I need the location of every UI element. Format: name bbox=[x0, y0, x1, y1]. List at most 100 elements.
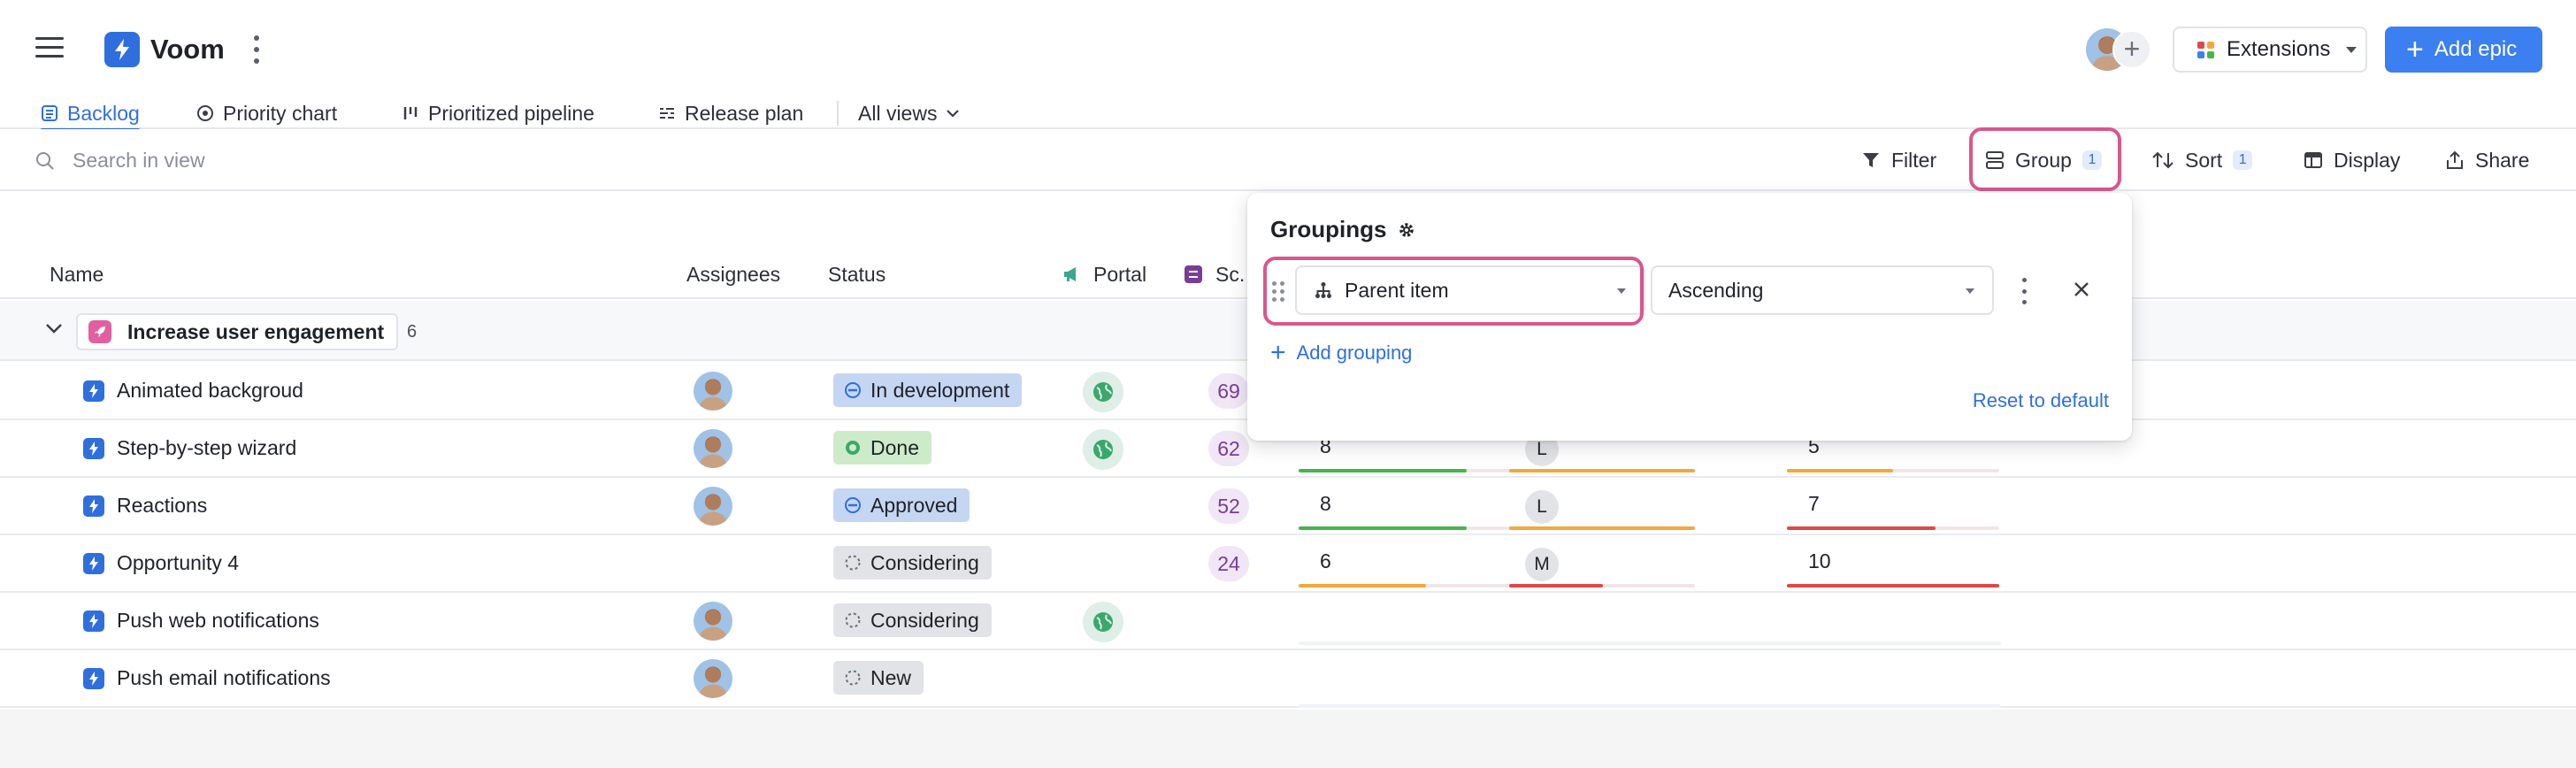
column-header-assignees[interactable]: Assignees bbox=[686, 250, 780, 299]
size-chip: L bbox=[1525, 490, 1559, 524]
search-input[interactable]: Search in view bbox=[35, 149, 205, 173]
column-header-status[interactable]: Status bbox=[828, 250, 886, 299]
table-row[interactable]: Push email notifications New bbox=[0, 650, 2576, 708]
column-header-score[interactable]: Sc. bbox=[1184, 250, 1245, 299]
score-icon bbox=[1184, 265, 1203, 284]
add-grouping-button[interactable]: + Add grouping bbox=[1270, 340, 1412, 366]
group-item-count: 6 bbox=[407, 322, 418, 342]
search-icon bbox=[36, 151, 54, 170]
popover-title-text: Groupings bbox=[1270, 216, 1387, 242]
filter-icon bbox=[1863, 153, 1879, 167]
item-name[interactable]: Push email notifications bbox=[117, 650, 331, 706]
display-button[interactable]: Display bbox=[2304, 145, 2400, 175]
assignee-avatar[interactable] bbox=[694, 602, 732, 641]
tab-label: Prioritized pipeline bbox=[428, 101, 594, 125]
item-name[interactable]: Opportunity 4 bbox=[117, 535, 239, 591]
feature-icon bbox=[83, 668, 104, 689]
status-label: Done bbox=[870, 435, 919, 459]
menu-icon[interactable] bbox=[35, 37, 64, 62]
globe-icon[interactable] bbox=[1083, 372, 1123, 412]
metric-bar bbox=[1787, 469, 1999, 472]
column-header-name[interactable]: Name bbox=[50, 250, 104, 299]
item-name[interactable]: Push web notifications bbox=[117, 593, 319, 649]
table-row[interactable]: Opportunity 4 Considering 24 6 M 10 bbox=[0, 535, 2576, 593]
roadmap-icon bbox=[658, 104, 676, 122]
table-row[interactable]: Reactions Approved 52 8 L 7 bbox=[0, 478, 2576, 535]
status-label: Considering bbox=[870, 608, 979, 632]
share-button[interactable]: Share bbox=[2445, 145, 2529, 175]
status-badge[interactable]: In development bbox=[833, 373, 1023, 407]
status-badge[interactable]: Done bbox=[833, 431, 932, 465]
feature-icon bbox=[83, 438, 104, 459]
metric-bar bbox=[1787, 584, 1999, 588]
status-label: In development bbox=[870, 378, 1010, 402]
close-icon[interactable] bbox=[2072, 280, 2091, 303]
item-name[interactable]: Step-by-step wizard bbox=[117, 420, 296, 476]
grouping-options-icon[interactable] bbox=[2022, 278, 2028, 304]
epic-name: Increase user engagement bbox=[127, 319, 385, 343]
app-logo-icon[interactable] bbox=[104, 32, 140, 67]
gear-icon[interactable] bbox=[1397, 220, 1416, 240]
chevron-down-icon[interactable] bbox=[44, 322, 64, 339]
group-button-highlight bbox=[1969, 127, 2121, 191]
status-badge[interactable]: Considering bbox=[833, 603, 992, 637]
column-header-portal[interactable]: Portal bbox=[1062, 250, 1146, 299]
app-name[interactable]: Voom bbox=[150, 32, 225, 67]
share-icon bbox=[2447, 150, 2463, 169]
portal-label: Portal bbox=[1093, 263, 1147, 286]
add-user-icon[interactable]: + bbox=[2112, 30, 2151, 69]
plus-icon: + bbox=[2406, 33, 2424, 66]
pipeline-icon bbox=[402, 104, 419, 122]
globe-icon[interactable] bbox=[1083, 429, 1123, 470]
epic-chip[interactable]: Increase user engagement bbox=[76, 313, 399, 350]
share-label: Share bbox=[2475, 148, 2530, 172]
metric-value: 8 bbox=[1320, 492, 1331, 515]
metric-bar bbox=[1509, 526, 1695, 530]
tab-all-views[interactable]: All views bbox=[858, 97, 960, 129]
item-name[interactable]: Animated backgroud bbox=[117, 363, 303, 419]
status-badge[interactable]: Considering bbox=[833, 546, 992, 580]
sort-button[interactable]: Sort 1 bbox=[2151, 145, 2253, 175]
metric-bar bbox=[1299, 526, 1511, 530]
list-icon bbox=[41, 104, 58, 122]
grouping-order-select[interactable]: Ascending bbox=[1651, 265, 1994, 315]
score-badge: 69 bbox=[1208, 373, 1249, 409]
score-badge: 52 bbox=[1208, 488, 1249, 524]
item-name[interactable]: Reactions bbox=[117, 478, 207, 534]
status-label: Considering bbox=[870, 550, 979, 574]
assignee-avatar[interactable] bbox=[694, 487, 732, 526]
assignee-avatar[interactable] bbox=[694, 659, 732, 698]
metric-value: 7 bbox=[1808, 492, 1820, 515]
display-icon bbox=[2304, 152, 2322, 168]
add-epic-button[interactable]: + Add epic bbox=[2385, 27, 2542, 73]
tab-label: Release plan bbox=[685, 101, 804, 125]
tab-label: Backlog bbox=[67, 101, 140, 125]
considering-icon bbox=[844, 554, 862, 572]
table-row[interactable]: Push web notifications Considering bbox=[0, 593, 2576, 650]
globe-icon[interactable] bbox=[1083, 602, 1123, 642]
tab-backlog[interactable]: Backlog bbox=[41, 97, 140, 131]
metric-bar bbox=[1509, 469, 1695, 472]
popover-title: Groupings bbox=[1270, 216, 1416, 243]
extensions-button[interactable]: Extensions bbox=[2173, 27, 2367, 73]
more-options-icon[interactable] bbox=[253, 35, 260, 64]
metric-bar bbox=[1787, 526, 1999, 530]
extensions-label: Extensions bbox=[2227, 37, 2331, 61]
view-tabs: Backlog Priority chart Prioritized pipel… bbox=[0, 97, 2576, 131]
in-development-icon bbox=[844, 381, 862, 399]
status-badge[interactable]: Approved bbox=[833, 488, 970, 522]
feature-icon bbox=[83, 495, 104, 517]
tab-priority-chart[interactable]: Priority chart bbox=[196, 97, 337, 129]
reset-to-default-link[interactable]: Reset to default bbox=[1973, 389, 2109, 412]
assignee-avatar[interactable] bbox=[694, 372, 732, 411]
megaphone-icon bbox=[1062, 265, 1081, 284]
done-icon bbox=[844, 439, 862, 457]
status-badge[interactable]: New bbox=[833, 661, 924, 695]
tab-release-plan[interactable]: Release plan bbox=[658, 97, 803, 129]
assignee-avatar[interactable] bbox=[694, 429, 732, 468]
metric-bar bbox=[1299, 584, 1511, 588]
tab-prioritized-pipeline[interactable]: Prioritized pipeline bbox=[402, 97, 594, 129]
filter-button[interactable]: Filter bbox=[1861, 145, 1936, 175]
tab-label: All views bbox=[858, 101, 938, 125]
metric-bar bbox=[1509, 584, 1695, 588]
